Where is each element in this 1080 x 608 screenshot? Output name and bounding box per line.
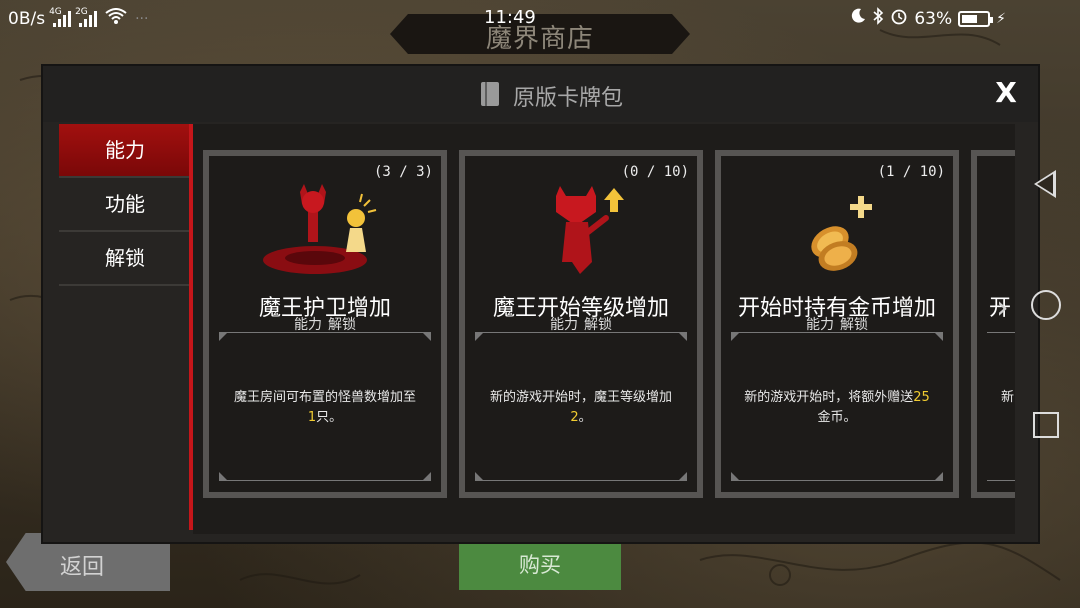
card-tag-unlock: 解锁	[328, 317, 356, 333]
card-list: (3 / 3) 魔王护卫增加 能力解锁 魔王房间可布置的怪兽数增加至1只。	[193, 124, 1015, 534]
card-divider	[987, 332, 1015, 333]
charging-icon: ⚡	[996, 10, 1006, 27]
signal-icon-2: 2G	[75, 7, 98, 27]
card-count: (3 / 3)	[373, 164, 433, 180]
card-divider	[731, 332, 943, 333]
alarm-icon	[890, 7, 908, 30]
demon-level-up-icon	[556, 186, 624, 274]
card-description: 新的游戏开始时，魔王等级增加 2。	[489, 390, 672, 425]
card-description: 魔王房间可布置的怪兽数增加至 1只。	[233, 390, 416, 425]
battery-icon	[958, 10, 994, 27]
card-tag-unlock: 解锁	[584, 317, 612, 333]
moon-icon	[850, 8, 866, 29]
gold-coins-plus-icon	[811, 196, 872, 271]
nav-home-icon[interactable]	[1031, 290, 1061, 320]
card-pack-dialog: 原版卡牌包 X 能力 功能 解锁 (3 / 3) 魔王护卫增加 能力 解锁 魔王…	[41, 64, 1040, 544]
chevron-right-icon[interactable]: ›	[996, 288, 1009, 326]
card-divider	[219, 480, 431, 481]
card-tags: 能力 解锁	[209, 314, 441, 334]
card-tag-ability: 能力	[550, 317, 578, 333]
card-divider	[731, 480, 943, 481]
dialog-title: 原版卡牌包	[513, 86, 624, 111]
sidebar-item-unlock[interactable]: 解锁	[59, 232, 191, 286]
status-bar: 0B/s 4G 2G ··· 11:49 63% ⚡	[0, 0, 1080, 36]
nav-back-icon[interactable]	[1034, 170, 1056, 198]
card-starting-gold[interactable]: (1 / 10) 开始时持有金币增加 能力 解锁 新的游戏开始时，将额外赠送25 金…	[715, 150, 959, 498]
category-sidebar: 能力 功能 解锁	[59, 124, 191, 286]
wifi-icon	[105, 8, 127, 29]
card-description: 新的游戏开始时，将额外赠送25 金币。	[744, 390, 930, 425]
sidebar-item-ability[interactable]: 能力	[59, 124, 191, 178]
sidebar-item-function[interactable]: 功能	[59, 178, 191, 232]
card-pack-icon	[481, 82, 499, 106]
demon-guard-icon	[263, 184, 377, 274]
network-speed: 0B/s	[8, 8, 46, 29]
card-tags: 能力 解锁	[721, 314, 953, 334]
battery-percent: 63%	[914, 8, 953, 29]
signal-icon: 4G	[49, 7, 72, 27]
buy-label[interactable]: 购买	[459, 549, 621, 579]
card-tags: 能力 解锁	[465, 314, 697, 334]
card-divider	[219, 332, 431, 333]
nav-recent-apps-icon[interactable]	[1033, 412, 1059, 438]
bluetooth-icon	[872, 7, 884, 30]
system-nav-bar	[1012, 0, 1080, 608]
card-tag-ability: 能力	[806, 317, 834, 333]
card-description: 新	[1001, 390, 1015, 405]
card-tag-unlock: 解锁	[840, 317, 868, 333]
more-icon: ···	[135, 10, 149, 27]
card-demon-level[interactable]: (0 / 10) 魔王开始等级增加 能力 解锁 新的游戏开始时，魔王等级增加 2。	[459, 150, 703, 498]
card-count: (1 / 10)	[877, 164, 945, 180]
card-divider	[475, 480, 687, 481]
card-divider	[987, 480, 1015, 481]
clock: 11:49	[484, 7, 536, 28]
card-tag-ability: 能力	[294, 317, 322, 333]
back-label[interactable]: 返回	[60, 549, 104, 581]
card-divider	[475, 332, 687, 333]
card-demon-guard[interactable]: (3 / 3) 魔王护卫增加 能力 解锁 魔王房间可布置的怪兽数增加至 1只。	[203, 150, 447, 498]
dialog-header: 原版卡牌包 X	[43, 66, 1038, 122]
card-count: (0 / 10)	[621, 164, 689, 180]
